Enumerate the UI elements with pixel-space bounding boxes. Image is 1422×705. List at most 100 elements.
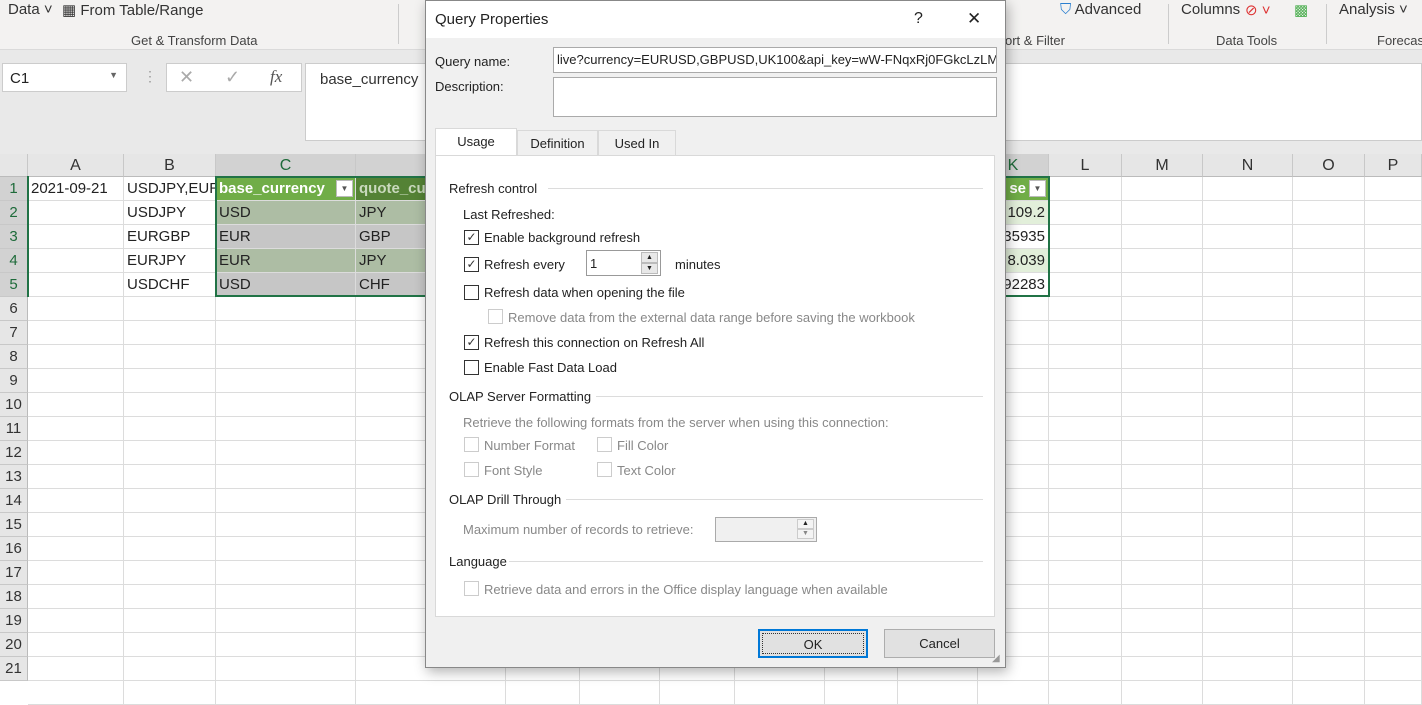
filter-dropdown-icon[interactable]: ▼ (1029, 180, 1046, 197)
cell[interactable] (1122, 513, 1203, 537)
row-header-18[interactable]: 18 (0, 585, 28, 609)
row-header-20[interactable]: 20 (0, 633, 28, 657)
cell[interactable] (1203, 273, 1293, 297)
cell[interactable] (1122, 273, 1203, 297)
cell[interactable] (1203, 657, 1293, 681)
cell[interactable] (124, 465, 216, 489)
cell[interactable] (28, 369, 124, 393)
cell[interactable] (1049, 177, 1122, 201)
query-name-input[interactable]: live?currency=EURUSD,GBPUSD,UK100&api_ke… (553, 47, 997, 73)
cell[interactable] (1122, 561, 1203, 585)
cell[interactable] (1293, 609, 1365, 633)
cell[interactable] (28, 249, 124, 273)
cell[interactable] (1203, 225, 1293, 249)
cell[interactable] (1365, 177, 1422, 201)
cell[interactable] (28, 393, 124, 417)
tab-definition[interactable]: Definition (517, 130, 598, 156)
cell[interactable] (124, 369, 216, 393)
cell[interactable] (28, 417, 124, 441)
cell[interactable] (1203, 249, 1293, 273)
refresh-every-checkbox[interactable]: ✓ (464, 257, 479, 272)
spin-up-icon[interactable]: ▲ (641, 252, 658, 263)
tab-usage[interactable]: Usage (435, 128, 517, 157)
cell[interactable] (28, 537, 124, 561)
cell[interactable] (216, 657, 356, 681)
cell[interactable] (216, 681, 356, 705)
cell[interactable] (1365, 441, 1422, 465)
cell[interactable] (28, 345, 124, 369)
cell[interactable] (1203, 393, 1293, 417)
cell[interactable] (1365, 345, 1422, 369)
cell[interactable] (1293, 681, 1365, 705)
cell[interactable] (216, 537, 356, 561)
cell[interactable] (28, 633, 124, 657)
cell-b4[interactable]: EURJPY (124, 249, 216, 273)
cell[interactable] (28, 681, 124, 705)
row-header-19[interactable]: 19 (0, 609, 28, 633)
refresh-minutes-stepper[interactable]: 1 ▲ ▼ (586, 250, 661, 276)
cell[interactable] (1049, 201, 1122, 225)
cell[interactable] (124, 321, 216, 345)
cell[interactable] (1049, 465, 1122, 489)
cell[interactable] (1365, 249, 1422, 273)
cell[interactable] (1122, 297, 1203, 321)
row-header-4[interactable]: 4 (0, 249, 28, 273)
cell[interactable] (216, 321, 356, 345)
cell[interactable] (216, 513, 356, 537)
cell-c1[interactable]: base_currency ▼ (216, 177, 356, 201)
cell[interactable] (1122, 393, 1203, 417)
cell[interactable] (124, 561, 216, 585)
cell[interactable] (735, 681, 825, 705)
cell[interactable] (28, 273, 124, 297)
cell[interactable] (216, 345, 356, 369)
cell[interactable] (124, 633, 216, 657)
cell[interactable] (1122, 249, 1203, 273)
cell[interactable] (28, 489, 124, 513)
cell[interactable] (898, 681, 978, 705)
cell[interactable] (1365, 513, 1422, 537)
cell[interactable] (1049, 273, 1122, 297)
column-header-l[interactable]: L (1049, 154, 1122, 177)
cell[interactable] (216, 417, 356, 441)
column-header-m[interactable]: M (1122, 154, 1203, 177)
cell[interactable] (660, 681, 735, 705)
cell[interactable] (1365, 393, 1422, 417)
cell[interactable] (1122, 321, 1203, 345)
cell[interactable] (1203, 489, 1293, 513)
cell[interactable] (1203, 537, 1293, 561)
cell[interactable] (1293, 249, 1365, 273)
row-header-7[interactable]: 7 (0, 321, 28, 345)
cell[interactable] (28, 657, 124, 681)
cell[interactable] (216, 393, 356, 417)
cell[interactable] (1203, 297, 1293, 321)
cell[interactable] (1365, 369, 1422, 393)
cell[interactable] (1122, 537, 1203, 561)
office-language-checkbox[interactable] (464, 581, 479, 596)
row-header-6[interactable]: 6 (0, 297, 28, 321)
cell[interactable] (1049, 561, 1122, 585)
cell[interactable] (1122, 225, 1203, 249)
cell[interactable] (1293, 225, 1365, 249)
cell[interactable] (1049, 489, 1122, 513)
spin-up-icon[interactable]: ▲ (797, 519, 814, 529)
cell[interactable] (1049, 681, 1122, 705)
row-header-9[interactable]: 9 (0, 369, 28, 393)
cell[interactable] (1293, 369, 1365, 393)
cell[interactable] (216, 465, 356, 489)
cell[interactable] (1049, 321, 1122, 345)
description-input[interactable] (553, 77, 997, 117)
column-header-c[interactable]: C (216, 154, 356, 177)
cell[interactable] (1049, 225, 1122, 249)
cell[interactable] (1293, 633, 1365, 657)
cell[interactable] (1203, 441, 1293, 465)
column-header-a[interactable]: A (28, 154, 124, 177)
cell[interactable] (1203, 513, 1293, 537)
cell[interactable] (1203, 609, 1293, 633)
remove-duplicates-icon[interactable]: ⊘ ˅ (1245, 1, 1271, 19)
cell[interactable] (1293, 417, 1365, 441)
cell[interactable] (1122, 417, 1203, 441)
cell[interactable] (1203, 177, 1293, 201)
row-header-5[interactable]: 5 (0, 273, 28, 297)
cell[interactable] (1203, 369, 1293, 393)
cell[interactable] (1203, 201, 1293, 225)
